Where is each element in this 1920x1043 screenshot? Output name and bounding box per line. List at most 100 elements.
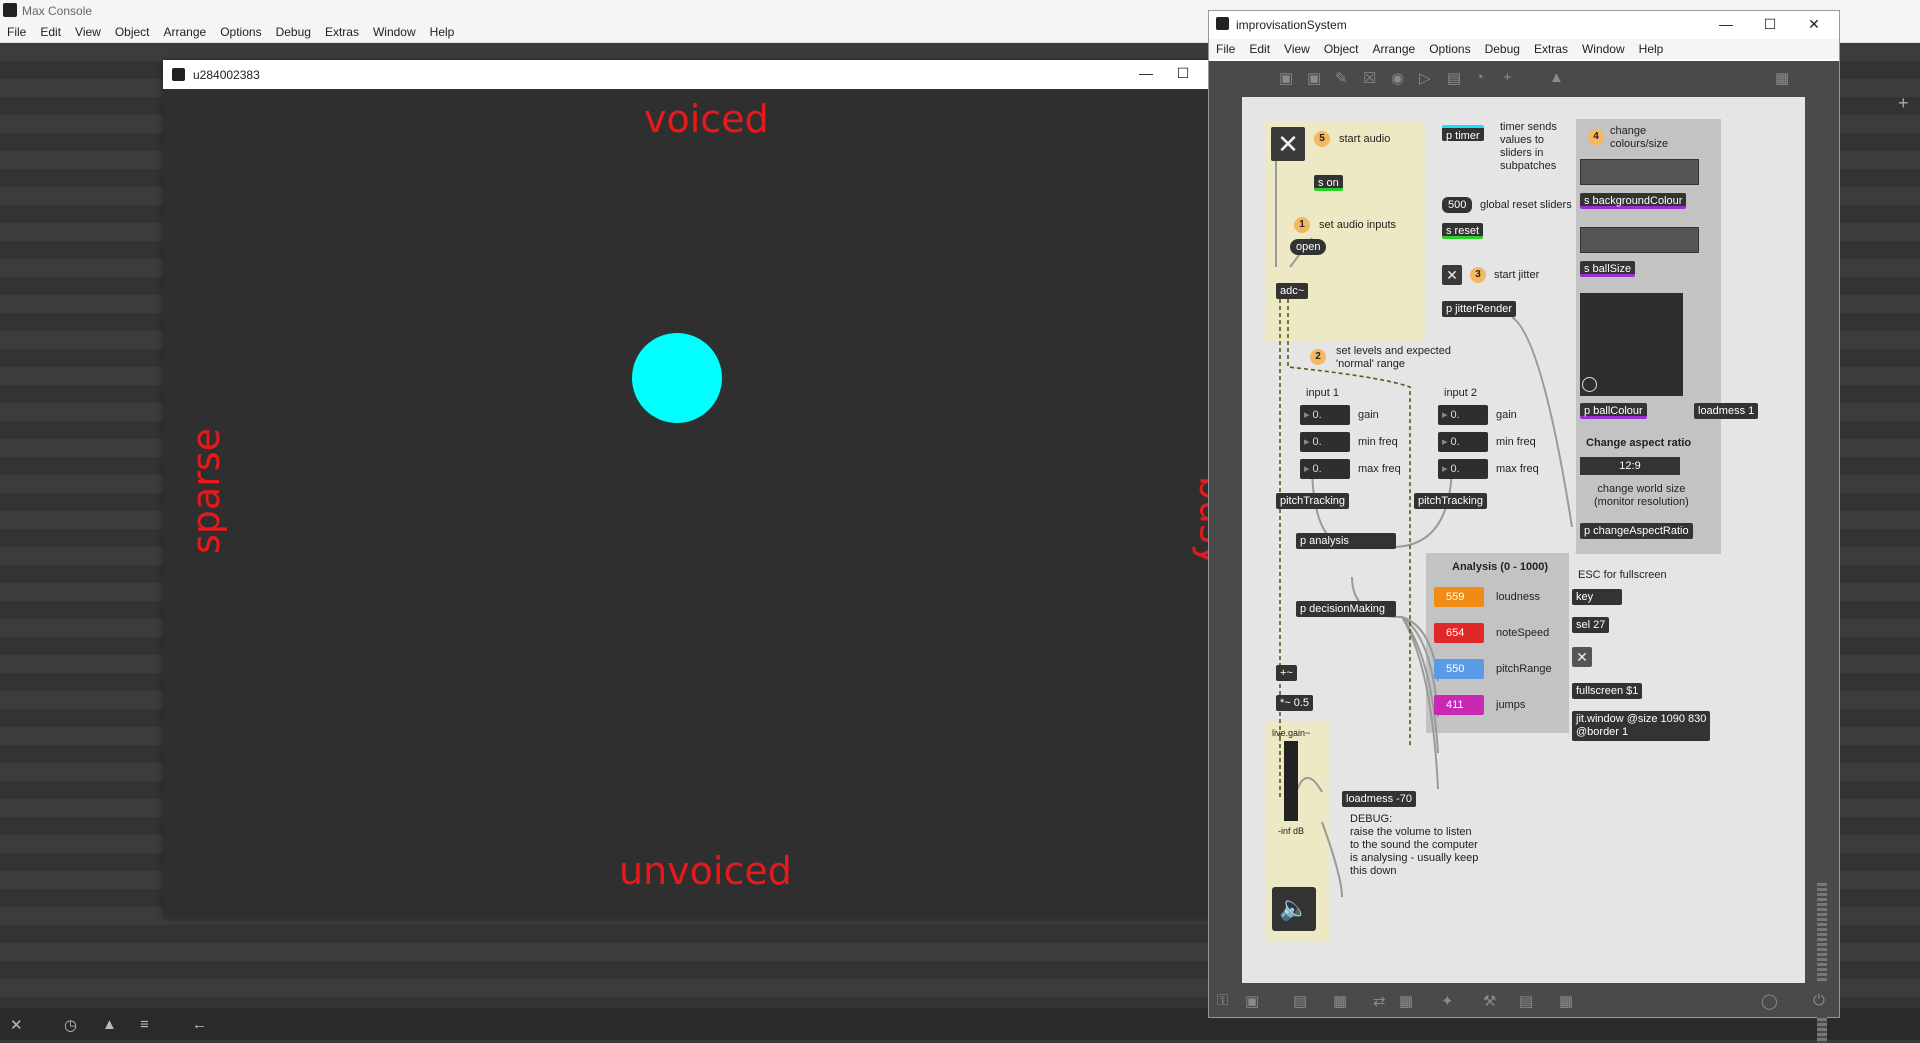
p-ballColour-object[interactable]: p ballColour — [1580, 403, 1647, 419]
p-analysis-object[interactable]: p analysis — [1296, 533, 1396, 549]
pitchTracking-2-object[interactable]: pitchTracking — [1414, 493, 1488, 509]
patcher-menu-options[interactable]: Options — [1422, 42, 1477, 56]
jumps-number[interactable]: 411 — [1434, 695, 1484, 715]
loadmess-1-object[interactable]: loadmess 1 — [1694, 403, 1759, 419]
power-icon[interactable]: ⏻ — [1813, 992, 1825, 1009]
console-menu-help[interactable]: Help — [423, 25, 462, 39]
console-title: Max Console — [22, 4, 93, 18]
patcher-menu-view[interactable]: View — [1277, 42, 1317, 56]
connect-icon[interactable]: ⇄ — [1373, 992, 1386, 1010]
s-backgroundColour-object[interactable]: s backgroundColour — [1580, 193, 1687, 209]
new-object-icon[interactable]: ▣ — [1279, 69, 1293, 87]
layers-icon[interactable]: ▦ — [1333, 992, 1347, 1010]
s-on-object[interactable]: s on — [1314, 175, 1343, 191]
comment-icon[interactable]: ▤ — [1293, 992, 1307, 1010]
console-menu-debug[interactable]: Debug — [269, 25, 318, 39]
dial-icon[interactable]: ◔ — [1475, 69, 1484, 86]
p-timer-object[interactable]: p timer — [1442, 125, 1484, 142]
patcher-menu-help[interactable]: Help — [1632, 42, 1671, 56]
patcher-canvas[interactable]: ✕ 5 start audio s on 1 set audio inputs … — [1242, 97, 1805, 983]
dsp-icon[interactable]: ◯ — [1761, 992, 1778, 1010]
num-500-message[interactable]: 500 — [1442, 197, 1473, 213]
console-menu-window[interactable]: Window — [366, 25, 423, 39]
magic-icon[interactable]: ✦ — [1441, 992, 1454, 1010]
adc-object[interactable]: adc~ — [1276, 283, 1309, 299]
close-icon[interactable]: ✕ — [10, 1016, 23, 1034]
presentation-icon[interactable]: ▣ — [1245, 992, 1259, 1010]
patcher-menu-arrange[interactable]: Arrange — [1366, 42, 1423, 56]
console-menu-edit[interactable]: Edit — [33, 25, 68, 39]
times-tilde-object[interactable]: *~ 0.5 — [1276, 695, 1314, 711]
plus-tilde-object[interactable]: +~ — [1276, 665, 1297, 681]
colour-picker-area[interactable] — [1580, 293, 1683, 396]
paint-bucket-icon[interactable]: ▲ — [1549, 69, 1564, 86]
toggle-icon[interactable]: ◉ — [1391, 69, 1404, 87]
message-icon[interactable]: ▣ — [1307, 69, 1321, 87]
clock-icon[interactable]: ◷ — [64, 1016, 77, 1034]
fullscreen-toggle[interactable]: ✕ — [1572, 647, 1592, 667]
noteSpeed-number[interactable]: 654 — [1434, 623, 1484, 643]
jit-window-object[interactable]: jit.window @size 1090 830 @border 1 — [1572, 711, 1711, 741]
filter-icon[interactable]: ≡ — [140, 1016, 149, 1033]
slider-icon[interactable]: ▤ — [1447, 69, 1461, 87]
console-menu-options[interactable]: Options — [213, 25, 268, 39]
sel-27-object[interactable]: sel 27 — [1572, 617, 1610, 633]
button-icon[interactable]: ☒ — [1363, 69, 1376, 87]
patcher-menu-file[interactable]: File — [1209, 42, 1242, 56]
minimize-icon[interactable]: — — [1131, 65, 1161, 81]
pitchTracking-1-object[interactable]: pitchTracking — [1276, 493, 1350, 509]
aspect-ratio-menu[interactable]: 12:9 — [1580, 457, 1680, 475]
s-ballSize-object[interactable]: s ballSize — [1580, 261, 1636, 277]
p-jitterRender-object[interactable]: p jitterRender — [1442, 301, 1517, 317]
max-freq-1-number[interactable]: 0. — [1300, 459, 1350, 479]
key-object[interactable]: key — [1572, 589, 1622, 605]
open-message[interactable]: open — [1290, 239, 1327, 255]
back-arrow-icon[interactable]: ← — [192, 1016, 207, 1033]
console-menu-view[interactable]: View — [68, 25, 108, 39]
min-freq-2-number[interactable]: 0. — [1438, 432, 1488, 452]
piano-icon[interactable]: ▤ — [1519, 992, 1533, 1010]
s-reset-object[interactable]: s reset — [1442, 223, 1484, 239]
p-decisionMaking-object[interactable]: p decisionMaking — [1296, 601, 1396, 617]
grid-icon[interactable]: ▦ — [1775, 69, 1789, 87]
patcher-menu-extras[interactable]: Extras — [1527, 42, 1575, 56]
patcher-menu-edit[interactable]: Edit — [1242, 42, 1277, 56]
add-icon[interactable]: + — [1898, 93, 1909, 114]
patcher-menu-object[interactable]: Object — [1317, 42, 1366, 56]
warning-icon[interactable]: ▲ — [102, 1016, 117, 1033]
colour-picker-handle[interactable] — [1582, 377, 1597, 392]
jitter-toggle[interactable]: ✕ — [1442, 265, 1462, 285]
ball-size-slider[interactable] — [1580, 227, 1699, 253]
loudness-number[interactable]: 559 — [1434, 587, 1484, 607]
min-freq-1-number[interactable]: 0. — [1300, 432, 1350, 452]
max-freq-2-label: max freq — [1496, 463, 1539, 475]
number-icon[interactable]: ▷ — [1419, 69, 1431, 87]
live-gain-slider[interactable] — [1284, 741, 1298, 821]
max-freq-2-number[interactable]: 0. — [1438, 459, 1488, 479]
pitchRange-number[interactable]: 550 — [1434, 659, 1484, 679]
wrench-icon[interactable]: ⚒ — [1483, 992, 1496, 1010]
minimize-icon[interactable]: — — [1711, 16, 1741, 32]
grid-icon[interactable]: ▦ — [1399, 992, 1413, 1010]
console-menu-file[interactable]: File — [0, 25, 33, 39]
maximize-icon[interactable]: ☐ — [1755, 16, 1785, 33]
patcher-menu-window[interactable]: Window — [1575, 42, 1632, 56]
maximize-icon[interactable]: ☐ — [1168, 65, 1198, 82]
loadmess-70-object[interactable]: loadmess -70 — [1342, 791, 1417, 807]
speaker-icon[interactable]: 🔈 — [1272, 887, 1316, 931]
patcher-menu-debug[interactable]: Debug — [1478, 42, 1527, 56]
console-menu-arrange[interactable]: Arrange — [157, 25, 214, 39]
gain-1-number[interactable]: 0. — [1300, 405, 1350, 425]
comment-icon[interactable]: ✎ — [1335, 69, 1348, 87]
audio-toggle[interactable]: ✕ — [1271, 127, 1305, 161]
p-changeAspectRatio-object[interactable]: p changeAspectRatio — [1580, 523, 1693, 539]
close-icon[interactable]: ✕ — [1799, 16, 1829, 33]
console-menu-extras[interactable]: Extras — [318, 25, 366, 39]
gain-2-number[interactable]: 0. — [1438, 405, 1488, 425]
keyboard-icon[interactable]: ▦ — [1559, 992, 1573, 1010]
plus-icon[interactable]: + — [1503, 69, 1512, 86]
console-menu-object[interactable]: Object — [108, 25, 157, 39]
lock-icon[interactable]: ⚿ — [1217, 992, 1228, 1009]
background-colour-slider[interactable] — [1580, 159, 1699, 185]
fullscreen-message[interactable]: fullscreen $1 — [1572, 683, 1643, 699]
